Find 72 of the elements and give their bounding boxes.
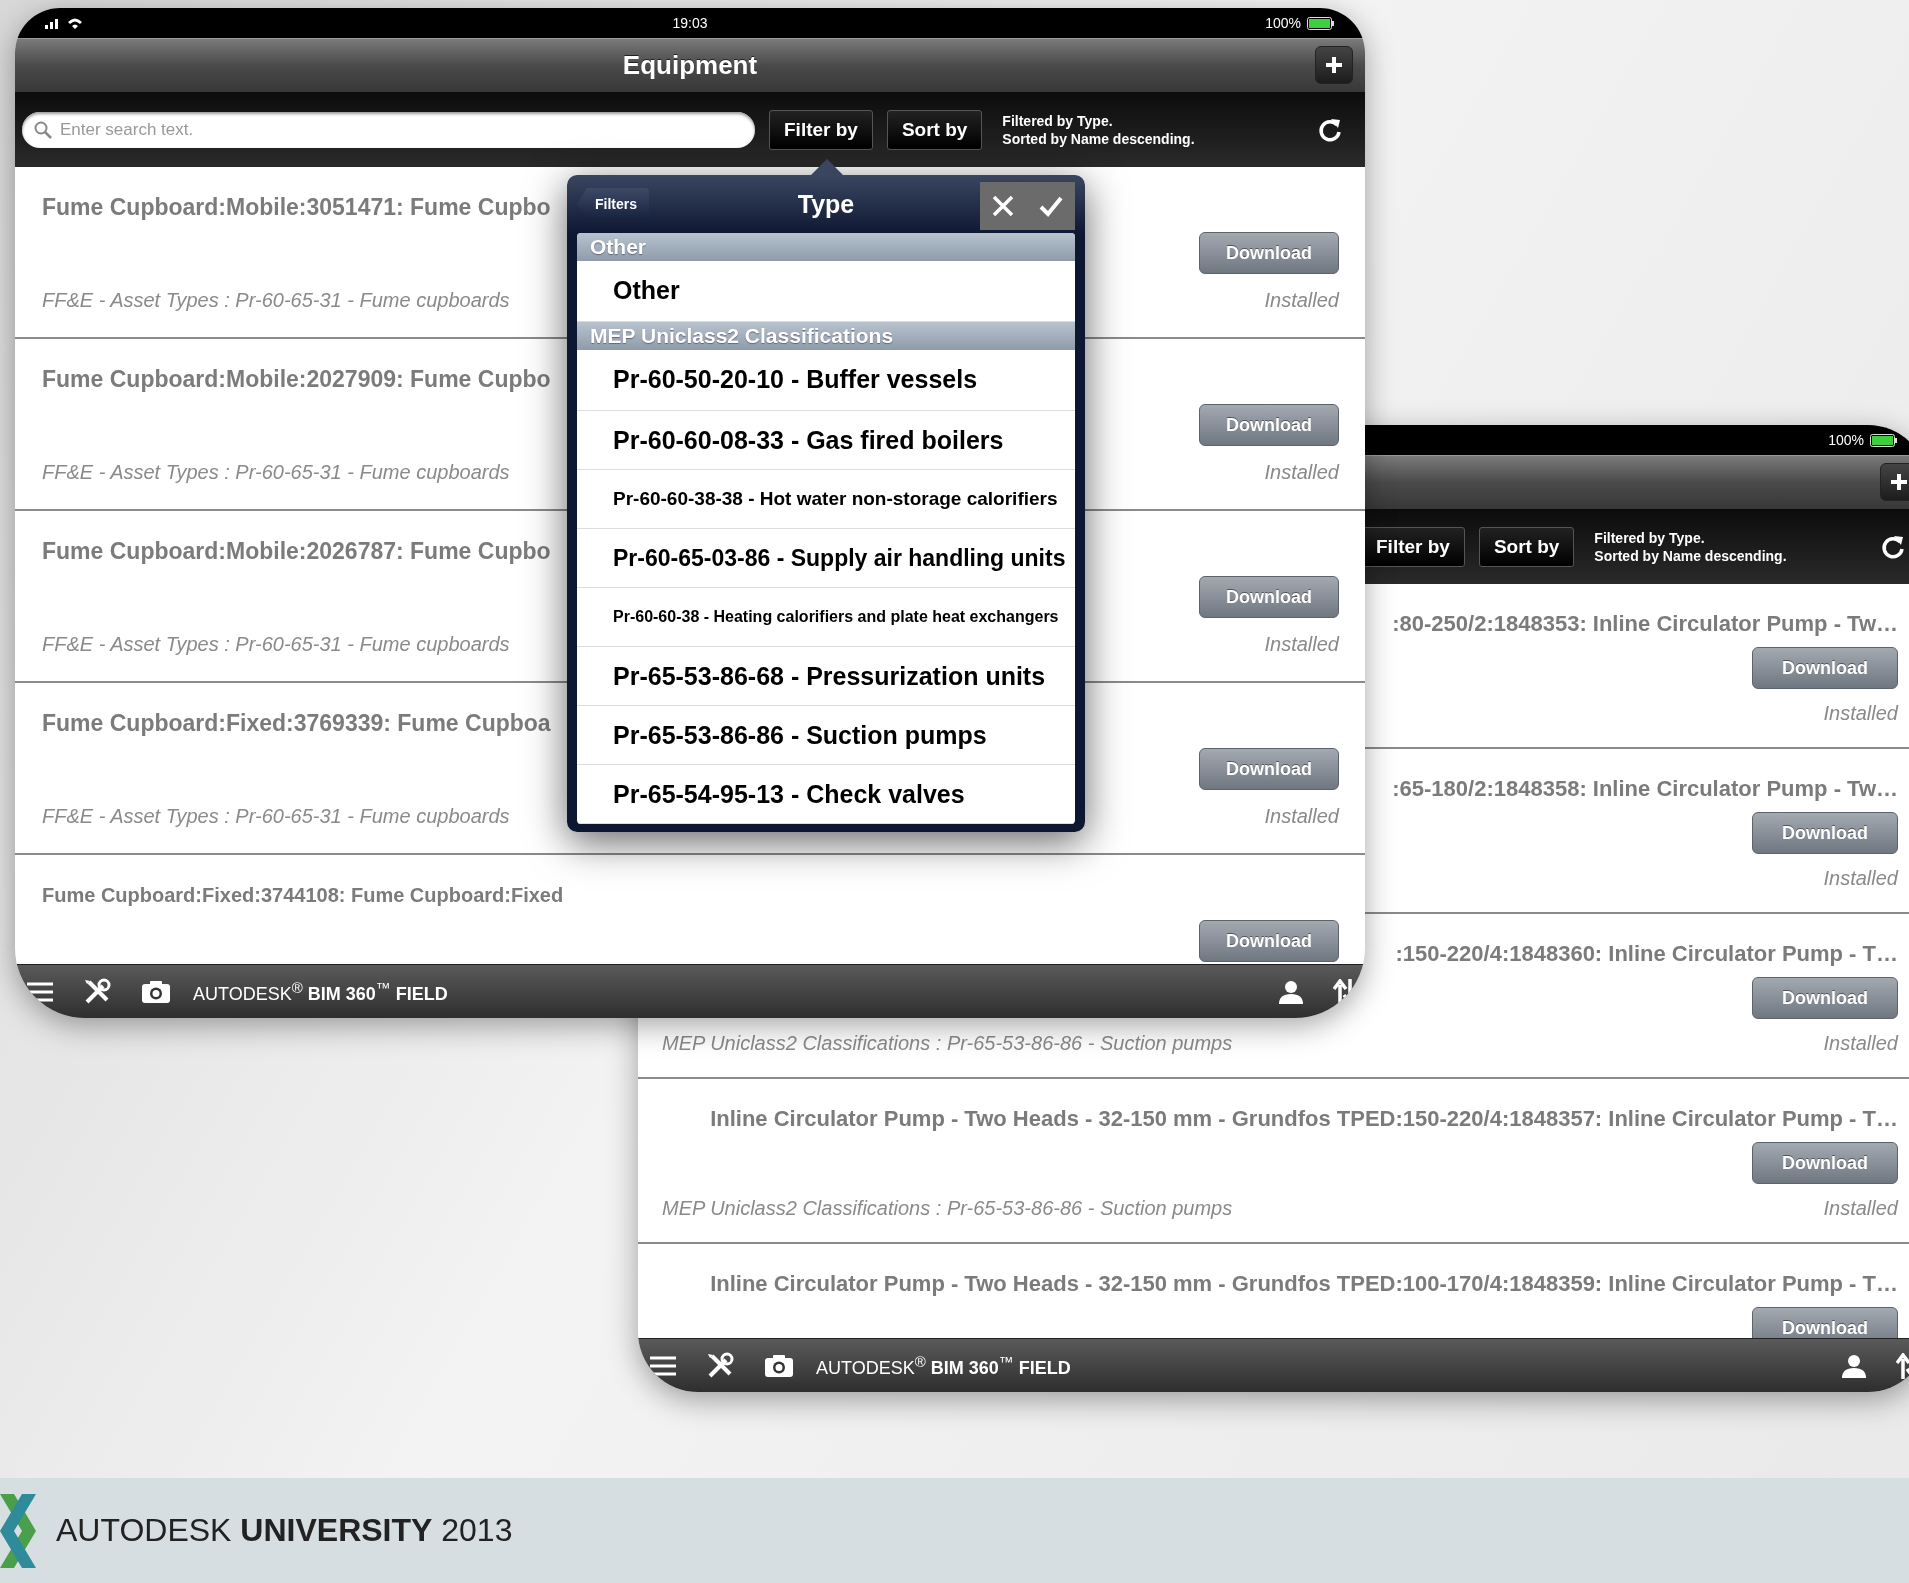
screen-title: Equipment — [622, 50, 758, 81]
plus-icon — [1325, 56, 1343, 74]
battery-percent: 100% — [1265, 15, 1301, 31]
filter-summary-text: Filtered by Type. — [1002, 112, 1114, 129]
battery-percent: 100% — [1828, 432, 1864, 448]
sort-button[interactable]: Sort by — [1478, 526, 1575, 567]
battery-icon — [1307, 16, 1335, 30]
type-option[interactable]: Pr-60-50-20-10 - Buffer vessels — [577, 350, 1075, 411]
profile-button[interactable] — [1279, 979, 1303, 1004]
item-description: FF&E - Asset Types : Pr-60-65-31 - Fume cupboards — [42, 804, 510, 829]
camera-button[interactable] — [141, 979, 171, 1004]
search-field[interactable]: Enter search text. — [22, 111, 755, 148]
type-option[interactable]: Pr-60-60-38 - Heating calorifiers and plate heat exchangers — [577, 588, 1075, 647]
signal-bars-icon — [45, 17, 61, 29]
search-icon — [34, 120, 52, 139]
item-title: Fume Cupboard:Mobile:3051471: Fume Cupbo — [42, 193, 552, 222]
app-brand-text: AUTODESK$^{®}$ BIM 360$^{™}$ FIELD — [816, 1352, 1071, 1379]
type-option[interactable]: Pr-60-65-03-86 - Supply air handling units — [577, 529, 1075, 588]
camera-button[interactable] — [764, 1353, 794, 1378]
type-option[interactable]: Pr-60-60-08-33 - Gas fired boilers — [577, 411, 1075, 470]
x-logo-icon — [0, 1493, 36, 1568]
install-status: Installed — [1823, 1031, 1898, 1056]
item-title: :150-220/4:1848360: Inline Circulator Pump - T… — [1395, 940, 1898, 968]
close-button[interactable] — [992, 195, 1015, 217]
menu-button[interactable] — [27, 981, 53, 1002]
filter-summary-text: Sorted by Name descending. — [1002, 130, 1195, 147]
install-status: Installed — [1264, 632, 1339, 657]
refresh-button[interactable] — [1880, 533, 1906, 560]
add-button[interactable] — [1315, 46, 1353, 84]
tools-button[interactable] — [83, 977, 111, 1006]
item-title: Fume Cupboard:Fixed:3744108: Fume Cupboard:Fixed — [42, 883, 565, 908]
section-header: Other — [577, 233, 1075, 261]
item-description: FF&E - Asset Types : Pr-60-65-31 - Fume cupboards — [42, 632, 510, 657]
item-title: Inline Circulator Pump - Two Heads - 32-150 mm - Grundfos TPED:100-170/4:1848359: Inline Circulator Pump - T… — [710, 1270, 1898, 1298]
popover-title: Type — [797, 189, 855, 219]
section-header: MEP Uniclass2 Classifications — [577, 322, 1075, 350]
filter-summary-text: Sorted by Name descending. — [1594, 547, 1787, 564]
type-option[interactable]: Pr-65-54-95-13 - Check valves — [577, 765, 1075, 824]
item-title: Fume Cupboard:Mobile:2026787: Fume Cupbo — [42, 537, 552, 566]
refresh-button[interactable] — [1317, 116, 1343, 143]
tools-button[interactable] — [706, 1351, 734, 1380]
add-button[interactable] — [1880, 463, 1909, 501]
type-option[interactable]: Pr-65-53-86-86 - Suction pumps — [577, 706, 1075, 765]
menu-button[interactable] — [650, 1355, 676, 1376]
install-status: Installed — [1823, 1196, 1898, 1221]
battery-icon — [1870, 433, 1898, 447]
install-status: Installed — [1823, 866, 1898, 891]
confirm-button[interactable] — [1038, 195, 1063, 217]
item-description: MEP Uniclass2 Classifications : Pr-65-53-86-86 - Suction pumps — [662, 1196, 1233, 1221]
item-title: Fume Cupboard:Fixed:3769339: Fume Cupboa — [42, 709, 552, 738]
install-status: Installed — [1264, 288, 1339, 313]
install-status: Installed — [1264, 460, 1339, 485]
profile-button[interactable] — [1842, 1353, 1866, 1378]
type-option[interactable]: Pr-60-60-38-38 - Hot water non-storage calorifiers — [577, 470, 1075, 529]
filter-summary-text: Filtered by Type. — [1594, 529, 1706, 546]
status-time: 19:03 — [672, 15, 708, 31]
item-title: Fume Cupboard:Mobile:2027909: Fume Cupbo — [42, 365, 552, 394]
item-description: FF&E - Asset Types : Pr-60-65-31 - Fume cupboards — [42, 460, 510, 485]
wifi-icon — [67, 17, 83, 29]
item-title: :80-250/2:1848353: Inline Circulator Pump - Tw… — [1392, 610, 1898, 638]
app-brand-text: AUTODESK$^{®}$ BIM 360$^{™}$ FIELD — [193, 978, 448, 1005]
conference-title: AUTODESK UNIVERSITY 2013 — [56, 1512, 513, 1549]
install-status: Installed — [1264, 804, 1339, 829]
type-option[interactable]: Pr-65-53-86-68 - Pressurization units — [577, 647, 1075, 706]
sort-button[interactable]: Sort by — [886, 109, 983, 150]
item-description: MEP Uniclass2 Classifications : Pr-65-53-86-86 - Suction pumps — [662, 1031, 1233, 1056]
item-title: Inline Circulator Pump - Two Heads - 32-150 mm - Grundfos TPED:150-220/4:1848357: Inline Circulator Pump - T… — [710, 1105, 1898, 1133]
filter-button[interactable]: Filter by — [769, 109, 873, 150]
item-description: FF&E - Asset Types : Pr-60-65-31 - Fume cupboards — [42, 288, 510, 313]
install-status: Installed — [1823, 701, 1898, 726]
plus-icon — [1890, 473, 1908, 491]
item-title: :65-180/2:1848358: Inline Circulator Pump - Tw… — [1392, 775, 1898, 803]
